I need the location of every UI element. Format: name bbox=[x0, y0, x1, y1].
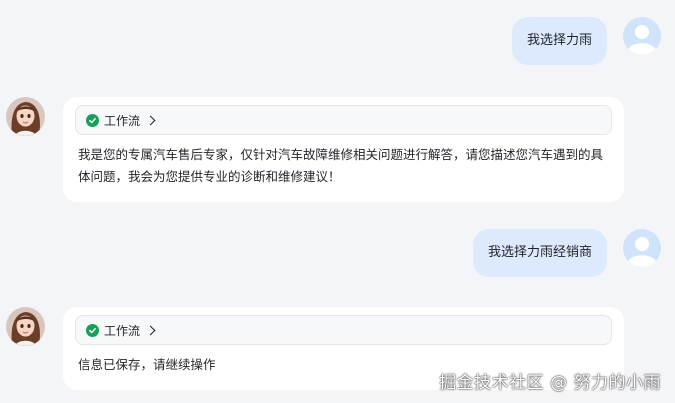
bot-message-text: 我是您的专属汽车售后专家，仅针对汽车故障维修相关问题进行解答，请您描述您汽车遇到… bbox=[78, 147, 604, 184]
chevron-right-icon bbox=[145, 325, 156, 335]
girl-portrait-icon bbox=[6, 97, 45, 136]
user-avatar bbox=[623, 229, 661, 267]
chevron-right-icon bbox=[145, 115, 156, 125]
check-circle-icon bbox=[86, 323, 99, 337]
bot-avatar bbox=[6, 307, 45, 346]
workflow-label: 工作流 bbox=[104, 323, 141, 338]
user-message-2: 我选择力雨经销商 bbox=[472, 229, 661, 277]
user-bubble: 我选择力雨 bbox=[511, 17, 607, 65]
bot-avatar bbox=[6, 97, 45, 136]
user-silhouette-icon bbox=[623, 229, 661, 267]
workflow-toggle[interactable]: 工作流 bbox=[75, 315, 612, 345]
user-avatar bbox=[623, 17, 661, 55]
user-silhouette-icon bbox=[623, 17, 661, 55]
workflow-label: 工作流 bbox=[104, 113, 141, 128]
check-circle-icon bbox=[86, 113, 99, 127]
user-message-1: 我选择力雨 bbox=[511, 17, 661, 65]
girl-portrait-icon bbox=[6, 307, 45, 346]
user-bubble: 我选择力雨经销商 bbox=[472, 229, 607, 277]
watermark: 掘金技术社区 @ 努力的小雨 bbox=[439, 373, 661, 393]
workflow-toggle[interactable]: 工作流 bbox=[75, 105, 612, 135]
bot-card: 工作流 我是您的专属汽车售后专家，仅针对汽车故障维修相关问题进行解答，请您描述您… bbox=[63, 97, 624, 202]
bot-message-1: 工作流 我是您的专属汽车售后专家，仅针对汽车故障维修相关问题进行解答，请您描述您… bbox=[6, 97, 624, 202]
